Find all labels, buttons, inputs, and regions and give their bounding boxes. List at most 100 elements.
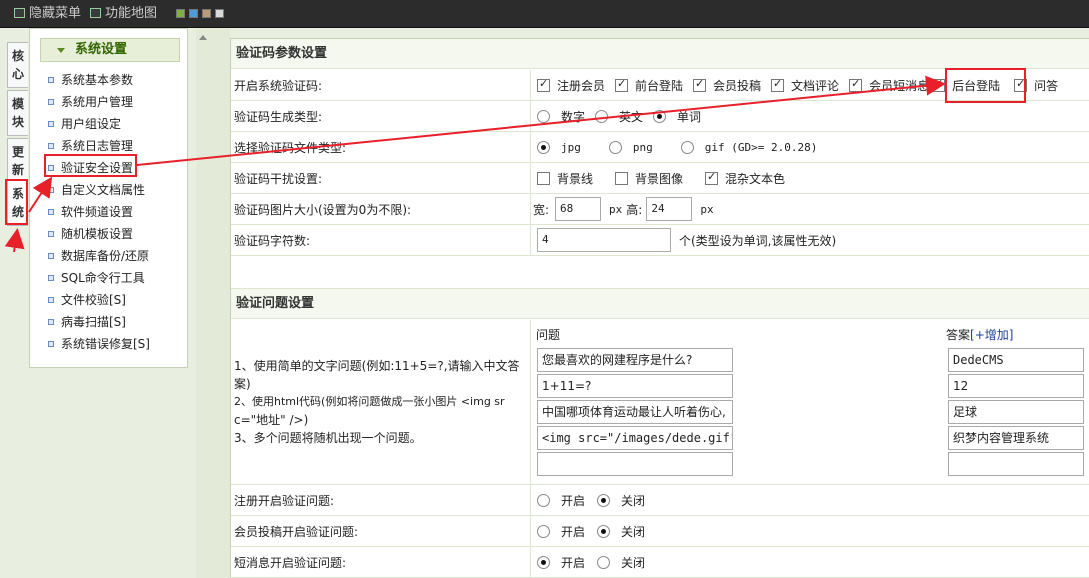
bullet-icon — [48, 253, 54, 259]
checkbox-mixed-color[interactable] — [705, 170, 719, 185]
menu-item-log[interactable]: 系统日志管理 — [48, 136, 133, 156]
add-question-link[interactable]: [+增加] — [970, 328, 1013, 342]
option-label: 开启 — [561, 493, 586, 508]
system-settings-menu: 系统设置 系统基本参数 系统用户管理 用户组设定 系统日志管理 验证安全设置 自… — [29, 28, 188, 368]
question-input[interactable]: <img src="/images/dede.gif"/> — [537, 426, 733, 450]
radio-message-off[interactable] — [597, 555, 611, 569]
collapse-triangle-icon — [57, 48, 65, 53]
answer-input[interactable]: DedeCMS — [948, 348, 1084, 372]
tab-modules[interactable]: 模块 — [7, 90, 28, 136]
hide-menu-button[interactable]: 隐藏菜单 — [14, 0, 81, 28]
menu-item-error-repair[interactable]: 系统错误修复[S] — [48, 334, 150, 354]
menu-item-user-manage[interactable]: 系统用户管理 — [48, 92, 133, 112]
question-input[interactable] — [537, 452, 733, 476]
bullet-icon — [48, 275, 54, 281]
tab-update-label: 更新 — [11, 145, 24, 177]
site-map-label: 功能地图 — [105, 6, 158, 21]
answer-header-label: 答案 — [946, 328, 971, 342]
radio-register-on[interactable] — [537, 493, 550, 507]
tab-update[interactable]: 更新 — [7, 138, 28, 184]
tab-core-label: 核心 — [11, 49, 24, 81]
menu-item-label: 用户组设定 — [61, 117, 122, 131]
message-question-row: 短消息开启验证问题: 开启 关闭 — [231, 547, 1089, 578]
captcha-size-label: 验证码图片大小(设置为0为不限): — [231, 194, 531, 224]
question-input[interactable]: 中国哪项体育运动最让人听着伤心, — [537, 400, 733, 424]
highlight-system-tab — [5, 179, 28, 225]
register-question-options: 开启 关闭 — [537, 485, 655, 515]
option-label: 文档评论 — [791, 78, 840, 93]
menu-item-sql-tool[interactable]: SQL命令行工具 — [48, 268, 145, 288]
menu-item-db-backup[interactable]: 数据库备份/还原 — [48, 246, 149, 266]
option-label: 开启 — [561, 555, 586, 570]
site-map-button[interactable]: 功能地图 — [90, 0, 157, 28]
grid-icon — [90, 8, 101, 18]
menu-item-label: 系统用户管理 — [61, 95, 134, 109]
option-label: png — [632, 140, 653, 154]
checkbox-member-post[interactable] — [693, 77, 707, 92]
checkbox-admin-login[interactable] — [932, 77, 946, 92]
menu-item-random-template[interactable]: 随机模板设置 — [48, 224, 133, 244]
width-input[interactable]: 68 — [555, 197, 602, 221]
radio-english[interactable] — [595, 109, 609, 123]
menu-header[interactable]: 系统设置 — [40, 38, 180, 62]
radio-number[interactable] — [537, 109, 550, 123]
chars-input[interactable]: 4 — [537, 228, 671, 252]
captcha-filetype-row: 选择验证码文件类型: jpg png gif (GD>= 2.0.28) — [231, 132, 1089, 163]
tab-core[interactable]: 核心 — [7, 42, 28, 88]
checkbox-short-message[interactable] — [849, 77, 863, 92]
checkbox-front-login[interactable] — [615, 77, 629, 92]
radio-gif[interactable] — [680, 140, 694, 154]
answer-column-header: 答案[+增加] — [946, 326, 1013, 343]
bullet-icon — [48, 319, 54, 325]
radio-png[interactable] — [608, 140, 622, 154]
scrollbar[interactable] — [196, 28, 230, 578]
question-section-title: 验证问题设置 — [231, 289, 1089, 319]
theme-swatch-blue[interactable] — [189, 9, 198, 18]
question-input[interactable]: 1+11=? — [537, 374, 733, 398]
answer-input[interactable]: 织梦内容管理系统 — [948, 426, 1084, 450]
bullet-icon — [48, 341, 54, 347]
answer-input[interactable]: 12 — [948, 374, 1084, 398]
theme-swatch-gray[interactable] — [215, 9, 224, 18]
menu-title: 系统设置 — [75, 42, 128, 57]
checkbox-comment[interactable] — [771, 77, 785, 92]
checkbox-bg-line[interactable] — [537, 171, 550, 185]
scroll-up-arrow-icon[interactable] — [199, 35, 207, 40]
menu-item-user-group[interactable]: 用户组设定 — [48, 114, 121, 134]
answer-input[interactable] — [948, 452, 1084, 476]
bullet-icon — [48, 297, 54, 303]
radio-message-on[interactable] — [537, 555, 550, 569]
question-input[interactable]: 您最喜欢的网建程序是什么? — [537, 348, 733, 372]
checkbox-bg-image[interactable] — [615, 171, 629, 185]
radio-jpg[interactable] — [537, 140, 550, 154]
radio-post-off[interactable] — [597, 524, 611, 538]
menu-item-label: SQL命令行工具 — [61, 271, 145, 285]
menu-item-custom-attr[interactable]: 自定义文档属性 — [48, 180, 145, 200]
checkbox-register[interactable] — [537, 77, 550, 92]
help-line: 1、使用简单的文字问题(例如:11+5=?,请输入中文答 — [234, 359, 520, 373]
menu-item-file-check[interactable]: 文件校验[S] — [48, 290, 126, 310]
bullet-icon — [48, 77, 54, 83]
frame-divider[interactable] — [188, 28, 196, 578]
height-input[interactable]: 24 — [646, 197, 693, 221]
theme-swatch-brown[interactable] — [202, 9, 211, 18]
theme-swatch-green[interactable] — [176, 9, 185, 18]
menu-item-basic-params[interactable]: 系统基本参数 — [48, 70, 133, 90]
bullet-icon — [48, 143, 54, 149]
radio-word[interactable] — [653, 109, 667, 123]
captcha-noise-options: 背景线 背景图像 混杂文本色 — [537, 163, 795, 193]
register-question-label: 注册开启验证问题: — [231, 485, 531, 515]
menu-item-virus-scan[interactable]: 病毒扫描[S] — [48, 312, 126, 332]
spacer-row — [231, 256, 1089, 289]
menu-item-soft-channel[interactable]: 软件频道设置 — [48, 202, 133, 222]
radio-post-on[interactable] — [537, 524, 550, 538]
question-help: 1、使用简单的文字问题(例如:11+5=?,请输入中文答 案) 2、使用html… — [231, 320, 531, 484]
captcha-filetype-label: 选择验证码文件类型: — [231, 132, 531, 162]
radio-register-off[interactable] — [597, 493, 611, 507]
option-label: 会员短消息 — [869, 78, 930, 93]
answer-input[interactable]: 足球 — [948, 400, 1084, 424]
menu-item-label: 随机模板设置 — [61, 227, 134, 241]
chars-note: 个(类型设为单词,该属性无效) — [679, 233, 837, 248]
width-label: 宽: — [533, 202, 550, 217]
menu-item-label: 系统错误修复[S] — [61, 337, 150, 351]
